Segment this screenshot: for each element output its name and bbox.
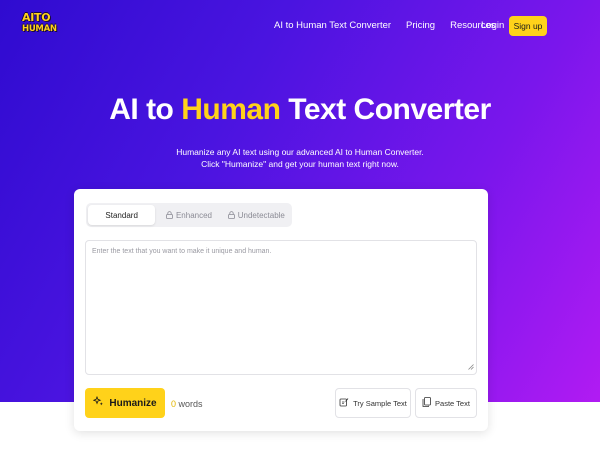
page-title: AI to Human Text Converter xyxy=(0,93,600,127)
lock-icon xyxy=(227,211,235,219)
try-sample-button[interactable]: Try Sample Text xyxy=(335,388,411,418)
logo-line-1: AITO xyxy=(22,11,51,24)
page-subtitle: Humanize any AI text using our advanced … xyxy=(0,146,600,170)
nav-link-pricing[interactable]: Pricing xyxy=(406,20,435,31)
converter-card: Standard Enhanced Undetectable Enter the… xyxy=(74,189,488,431)
resize-handle-icon[interactable] xyxy=(468,364,474,372)
nav-links: AI to Human Text Converter Pricing Resou… xyxy=(274,20,496,31)
tab-standard-label: Standard xyxy=(105,210,138,220)
word-count-label: words xyxy=(176,399,203,409)
textarea-placeholder: Enter the text that you want to make it … xyxy=(92,248,272,255)
input-textarea[interactable]: Enter the text that you want to make it … xyxy=(85,240,477,375)
nav-link-converter[interactable]: AI to Human Text Converter xyxy=(274,20,391,31)
title-highlight: Human xyxy=(181,93,281,126)
top-nav: AITO HUMAN AI to Human Text Converter Pr… xyxy=(0,0,600,54)
paste-text-button[interactable]: Paste Text xyxy=(415,388,477,418)
try-sample-label: Try Sample Text xyxy=(353,398,407,408)
tab-enhanced[interactable]: Enhanced xyxy=(155,205,222,225)
signup-button[interactable]: Sign up xyxy=(509,16,547,36)
humanize-button[interactable]: Humanize xyxy=(85,388,165,418)
tab-undetectable[interactable]: Undetectable xyxy=(223,205,290,225)
lock-icon xyxy=(166,211,173,219)
title-part-1: AI to xyxy=(109,93,182,126)
title-part-2: Text Converter xyxy=(280,93,491,126)
login-link[interactable]: Login xyxy=(481,20,504,31)
sparkle-icon xyxy=(93,395,104,410)
paste-text-label: Paste Text xyxy=(435,398,470,408)
tab-enhanced-label: Enhanced xyxy=(175,210,212,220)
sample-text-icon xyxy=(339,397,349,409)
clipboard-icon xyxy=(422,397,431,409)
subtitle-line-1: Humanize any AI text using our advanced … xyxy=(176,147,424,157)
tab-undetectable-label: Undetectable xyxy=(237,210,285,220)
brand-logo[interactable]: AITO HUMAN xyxy=(22,11,57,40)
subtitle-line-2: Click "Humanize" and get your human text… xyxy=(201,159,399,169)
humanize-label: Humanize xyxy=(109,397,157,409)
mode-tabs: Standard Enhanced Undetectable xyxy=(86,203,292,227)
word-count: 0 words xyxy=(171,399,203,409)
tab-standard[interactable]: Standard xyxy=(88,205,156,225)
logo-line-2: HUMAN xyxy=(22,24,57,34)
